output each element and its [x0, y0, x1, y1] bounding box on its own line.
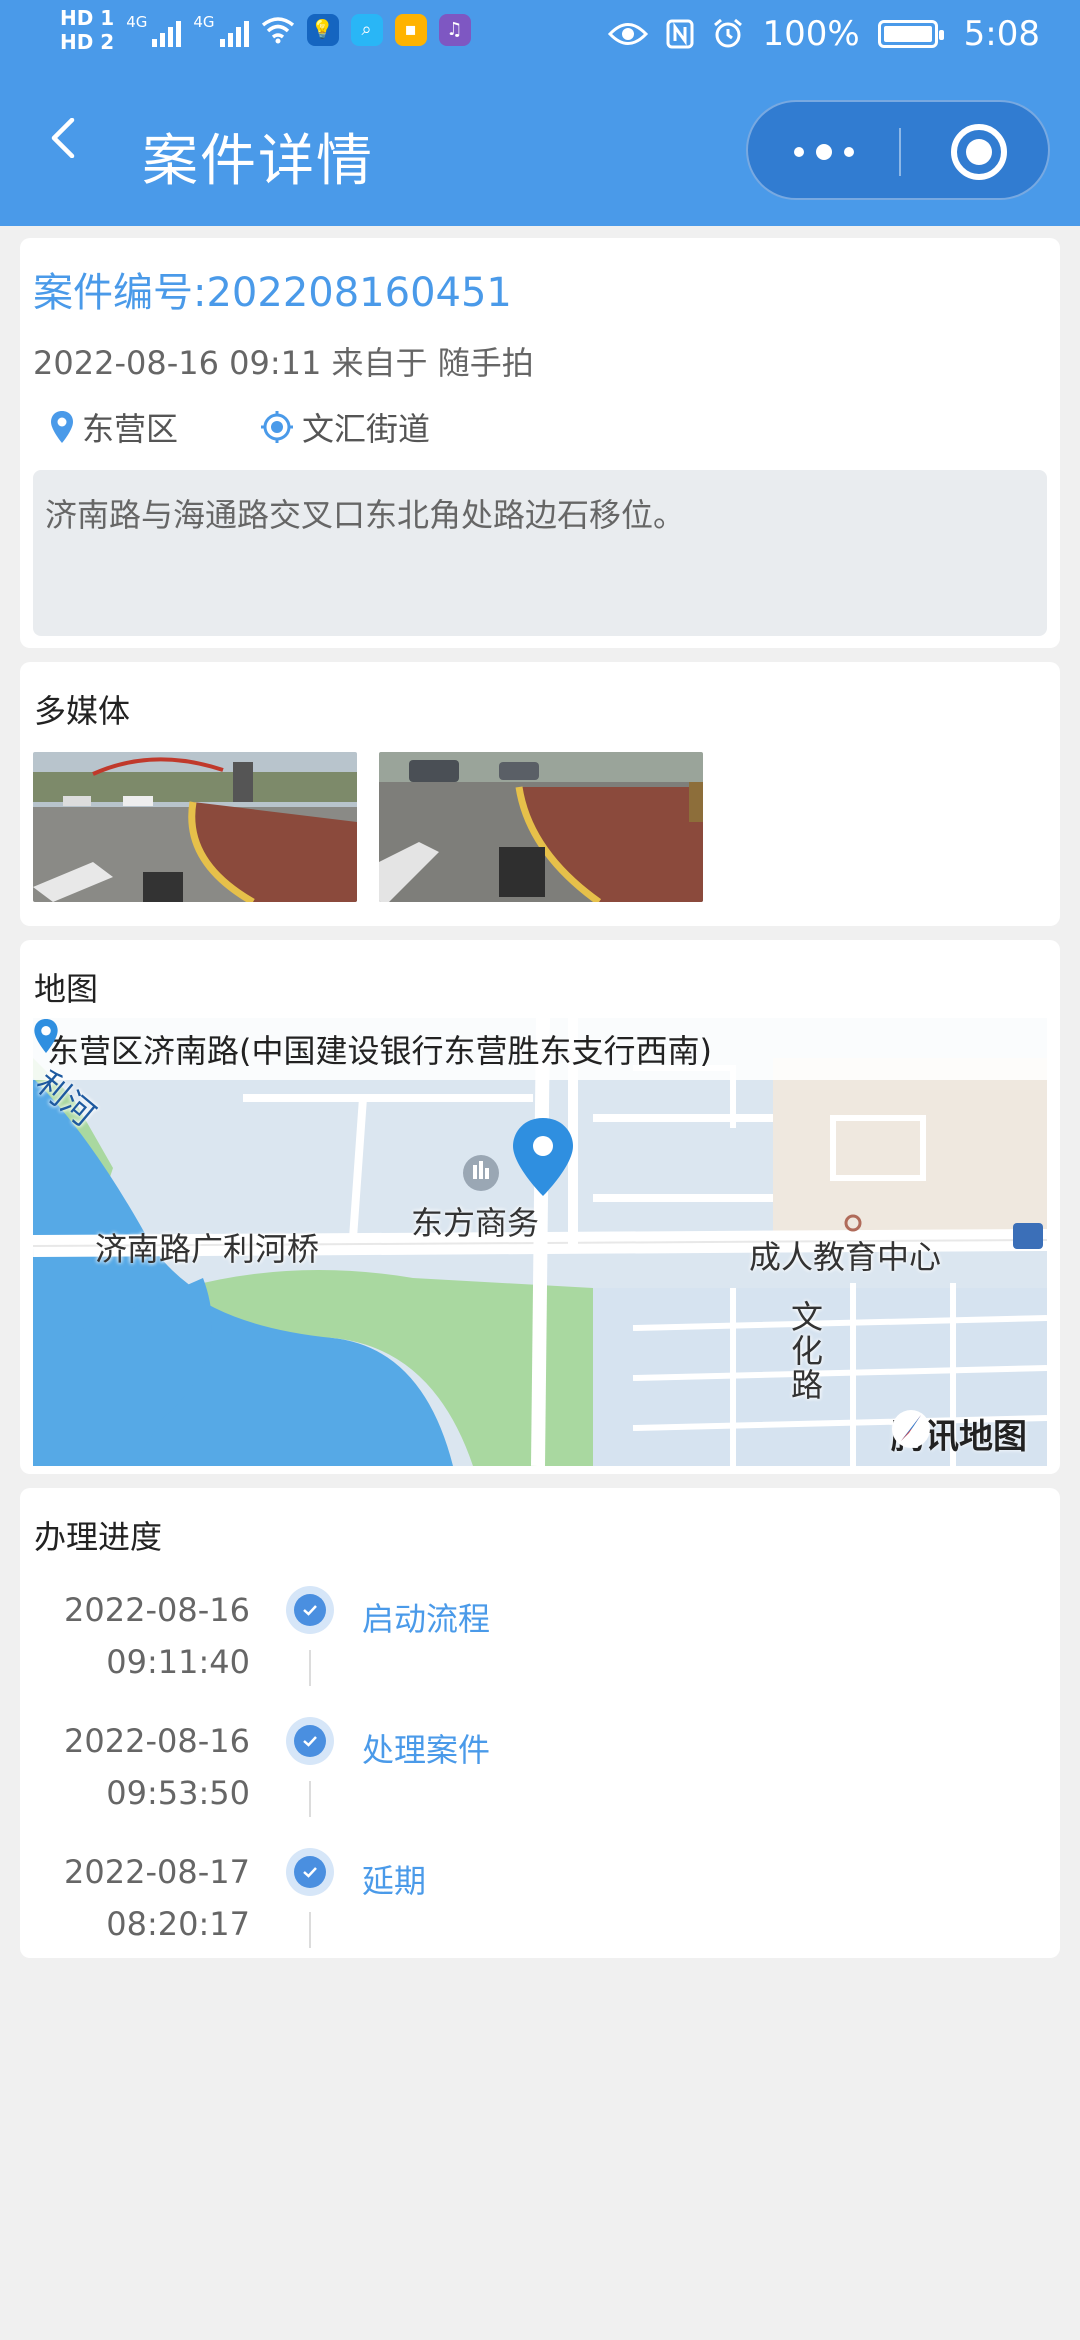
map-label-poi: 东方商务	[411, 1204, 540, 1242]
case-description: 济南路与海通路交叉口东北角处路边石移位。	[33, 470, 1047, 636]
search-app-icon: ⌕	[350, 14, 383, 46]
case-info-card: 案件编号:202208160451 2022-08-16 09:11 来自于 随…	[20, 238, 1060, 648]
folder-app-icon: ▪	[394, 14, 427, 46]
step-label: 处理案件	[362, 1731, 491, 1769]
case-number: 案件编号:202208160451	[33, 270, 512, 316]
signal-icon-2: 4G	[193, 13, 249, 47]
map-label-bridge: 济南路广利河桥	[95, 1230, 320, 1268]
sim2-label: HD 2	[60, 30, 115, 54]
map-label-school: 成人教育中心	[749, 1238, 942, 1276]
media-card: 多媒体	[20, 662, 1060, 926]
network-type-1: 4G	[126, 13, 148, 31]
battery-icon	[877, 20, 944, 48]
mini-program-capsule	[746, 100, 1050, 200]
tencent-map-logo: 腾讯地图	[891, 1409, 1027, 1458]
sim-indicator: HD 1 HD 2	[60, 6, 114, 54]
sim1-label: HD 1	[60, 6, 115, 30]
location-pin-icon	[51, 411, 73, 443]
timeline-connector	[309, 1650, 311, 1686]
progress-card: 办理进度 2022-08-16 09:11:40 启动流程 2022-08-16…	[20, 1488, 1060, 1958]
map-address-bar: 东营区济南路(中国建设银行东营胜东支行西南)	[33, 1018, 1047, 1080]
wifi-icon	[261, 17, 294, 44]
alarm-icon	[714, 18, 743, 48]
timeline-connector	[309, 1781, 311, 1817]
eye-icon	[608, 23, 649, 45]
target-location-icon	[261, 411, 293, 443]
music-app-icon: ♫	[438, 14, 471, 46]
progress-section-title: 办理进度	[34, 1518, 163, 1556]
app-header: HD 1 HD 2 4G 4G 💡 ⌕ ▪ ♫ 100% 5:08 案件详情	[0, 0, 1080, 226]
step-time: 09:53:50	[106, 1774, 250, 1812]
media-photo-2[interactable]	[379, 752, 703, 902]
check-icon	[286, 1717, 334, 1765]
back-arrow-icon[interactable]	[44, 118, 84, 158]
district-tag: 东营区	[50, 404, 178, 450]
check-icon	[286, 1586, 334, 1634]
map-section-title: 地图	[34, 970, 99, 1008]
map-address: 东营区济南路(中国建设银行东营胜东支行西南)	[47, 1032, 712, 1070]
map-label-road: 文化路	[791, 1298, 824, 1404]
step-time: 08:20:17	[106, 1905, 250, 1943]
more-menu-button[interactable]	[794, 142, 854, 162]
step-label: 启动流程	[362, 1600, 491, 1638]
map-card: 地图 东营区济南路(中国建设银行东营胜东支行西南) 利河 东方商务 济南路广利河…	[20, 940, 1060, 1474]
location-pin-icon	[34, 1019, 58, 1053]
map-view[interactable]: 东营区济南路(中国建设银行东营胜东支行西南) 利河 东方商务 济南路广利河桥 成…	[33, 1018, 1047, 1466]
compass-icon	[892, 1410, 930, 1448]
bulb-app-icon: 💡	[306, 14, 339, 46]
battery-percent: 100%	[762, 14, 860, 54]
check-icon	[286, 1848, 334, 1896]
step-label: 延期	[362, 1862, 427, 1900]
timeline-datetime: 2022-08-16 09:11:40	[20, 1584, 250, 1688]
step-date: 2022-08-16	[64, 1591, 250, 1629]
media-photo-1[interactable]	[33, 752, 357, 902]
district-label: 东营区	[82, 410, 179, 448]
nfc-icon	[666, 19, 694, 49]
street-tag: 文汇街道	[260, 404, 430, 450]
capsule-divider	[899, 128, 901, 176]
step-time: 09:11:40	[106, 1643, 250, 1681]
timeline-connector	[309, 1912, 311, 1948]
timeline-datetime: 2022-08-16 09:53:50	[20, 1715, 250, 1819]
signal-icon: 4G	[126, 13, 182, 47]
media-section-title: 多媒体	[34, 692, 131, 730]
clock-time: 5:08	[963, 14, 1040, 54]
page-title: 案件详情	[142, 129, 374, 194]
step-date: 2022-08-16	[64, 1722, 250, 1760]
status-bar: HD 1 HD 2 4G 4G 💡 ⌕ ▪ ♫ 100% 5:08	[0, 0, 1080, 80]
timeline-datetime: 2022-08-17 08:20:17	[20, 1846, 250, 1950]
case-meta: 2022-08-16 09:11 来自于 随手拍	[33, 344, 534, 382]
street-label: 文汇街道	[302, 410, 431, 448]
step-date: 2022-08-17	[64, 1853, 250, 1891]
close-mini-program-button[interactable]	[951, 124, 1007, 180]
network-type-2: 4G	[193, 13, 215, 31]
